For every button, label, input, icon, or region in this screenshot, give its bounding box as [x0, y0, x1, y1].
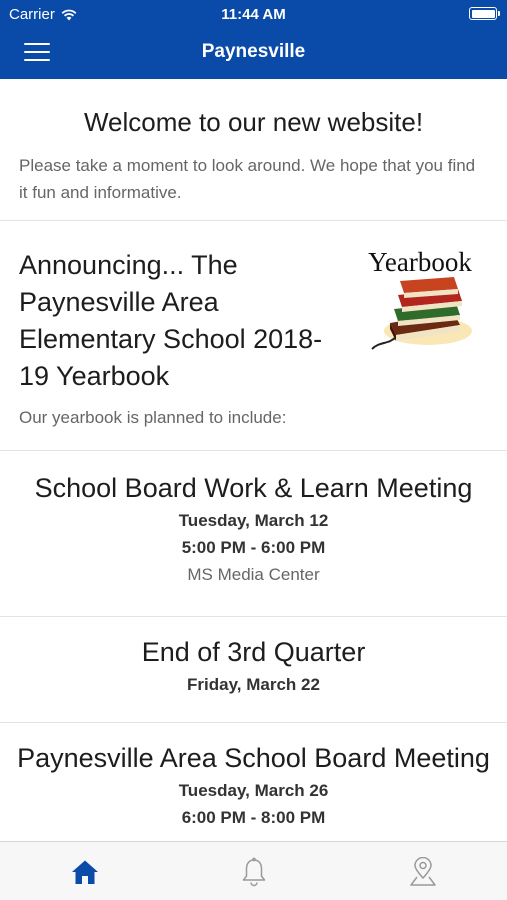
- yearbook-caption: Yearbook: [368, 247, 472, 277]
- home-icon: [71, 860, 98, 884]
- announcement-subtitle: Our yearbook is planned to include:: [19, 408, 287, 427]
- event-title: End of 3rd Quarter: [141, 637, 366, 667]
- status-bar: Carrier 11:44 AM: [0, 0, 507, 28]
- welcome-card[interactable]: Welcome to our new website! Please take …: [0, 79, 507, 221]
- announcement-card[interactable]: Announcing... The Paynesville Area Eleme…: [0, 221, 507, 451]
- event-date: Friday, March 22: [187, 675, 320, 694]
- tab-map[interactable]: [338, 842, 507, 900]
- bell-icon: [242, 857, 265, 886]
- event-title: School Board Work & Learn Meeting: [34, 473, 473, 503]
- app-header: Carrier 11:44 AM Paynesville: [0, 0, 507, 79]
- event-date: Tuesday, March 26: [178, 781, 329, 800]
- yearbook-image: Yearbook: [368, 247, 472, 350]
- event-time: 6:00 PM - 8:00 PM: [181, 808, 326, 827]
- tab-bar: [0, 841, 507, 900]
- navigation-bar: Paynesville: [0, 28, 507, 79]
- tab-alerts[interactable]: [169, 842, 338, 900]
- map-pin-icon: [409, 856, 436, 886]
- welcome-title: Welcome to our new website!: [83, 107, 424, 137]
- main-feed[interactable]: Welcome to our new website! Please take …: [0, 79, 507, 841]
- event-title: Paynesville Area School Board Meeting: [17, 743, 490, 773]
- event-item[interactable]: End of 3rd Quarter Friday, March 22: [0, 617, 507, 723]
- battery-icon: [469, 7, 500, 20]
- event-location: MS Media Center: [187, 565, 320, 584]
- event-time: 5:00 PM - 6:00 PM: [181, 538, 326, 557]
- event-item[interactable]: School Board Work & Learn Meeting Tuesda…: [0, 451, 507, 617]
- welcome-body: Please take a moment to look around. We …: [19, 156, 476, 202]
- status-time: 11:44 AM: [221, 6, 286, 23]
- page-title: Paynesville: [201, 41, 306, 62]
- tab-home[interactable]: [0, 842, 169, 900]
- announcement-title: Announcing... The Paynesville Area Eleme…: [19, 250, 323, 391]
- event-date: Tuesday, March 12: [178, 511, 329, 530]
- event-item[interactable]: Paynesville Area School Board Meeting Tu…: [0, 723, 507, 841]
